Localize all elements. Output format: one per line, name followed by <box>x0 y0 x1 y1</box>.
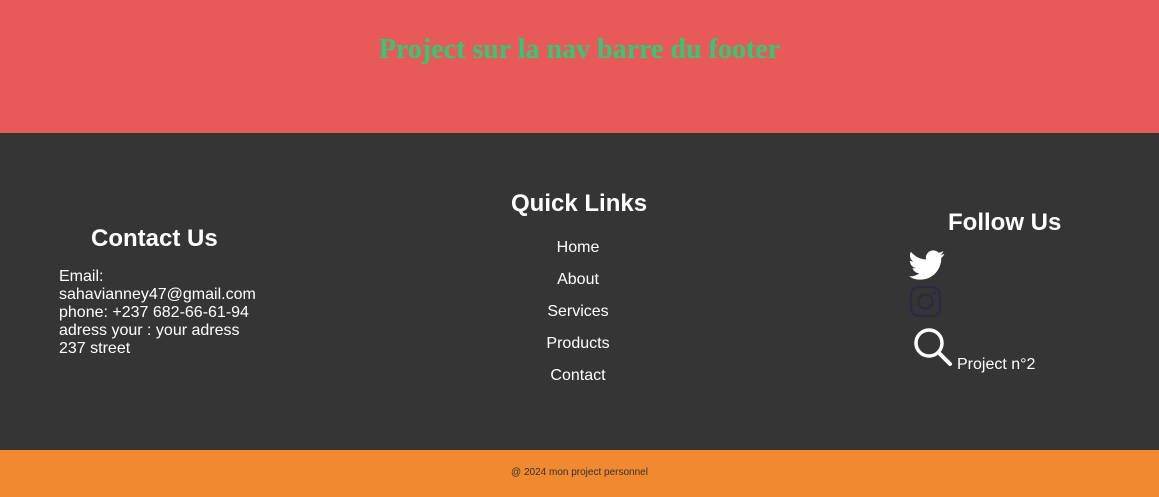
project-link[interactable]: Project n°2 <box>957 356 1035 374</box>
link-about[interactable]: About <box>557 271 599 288</box>
link-services[interactable]: Services <box>547 303 608 320</box>
list-item: Products <box>478 333 678 365</box>
header-banner: Project sur la nav barre du footer <box>0 0 1159 133</box>
instagram-icon[interactable] <box>909 285 942 318</box>
page: Project sur la nav barre du footer Conta… <box>0 0 1159 497</box>
list-item: Home <box>478 237 678 269</box>
quick-links-list: Home About Services Products Contact <box>478 237 678 397</box>
contact-address: adress your : your adress <box>59 322 240 339</box>
contact-street: 237 street <box>59 340 131 357</box>
search-icon[interactable] <box>913 327 953 367</box>
follow-title: Follow Us <box>948 209 1062 236</box>
contact-details: Email: sahavianney47@gmail.com phone: +2… <box>59 268 256 358</box>
contact-email-label: Email: <box>59 268 104 285</box>
contact-title: Contact Us <box>91 225 218 252</box>
link-contact[interactable]: Contact <box>550 367 605 384</box>
twitter-icon[interactable] <box>909 250 945 282</box>
contact-phone: phone: +237 682-66-61-94 <box>59 304 249 321</box>
page-title: Project sur la nav barre du footer <box>378 34 781 65</box>
link-products[interactable]: Products <box>546 335 609 352</box>
list-item: About <box>478 269 678 301</box>
footer: Contact Us Email: sahavianney47@gmail.co… <box>0 133 1159 450</box>
copyright-text: @ 2024 mon project personnel <box>511 467 648 478</box>
list-item: Services <box>478 301 678 333</box>
list-item: Contact <box>478 365 678 397</box>
link-home[interactable]: Home <box>557 239 600 256</box>
contact-email: sahavianney47@gmail.com <box>59 286 256 303</box>
quick-links-title: Quick Links <box>511 190 648 217</box>
copyright-bar: @ 2024 mon project personnel <box>0 450 1159 497</box>
